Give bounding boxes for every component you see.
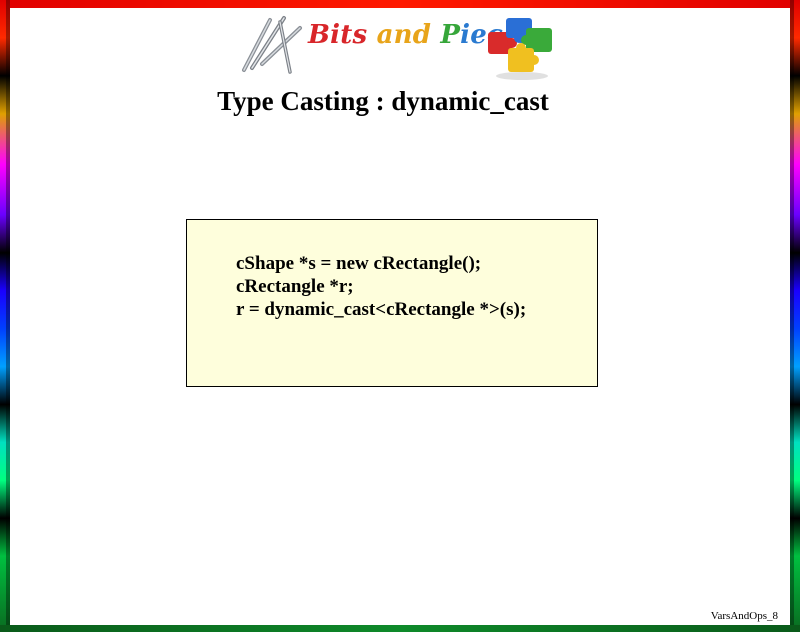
slide: Bits and Pieces Type Casting : dynamic_c… (0, 0, 800, 632)
code-line: cRectangle *r; (236, 276, 354, 297)
puzzle-pieces-icon (488, 18, 552, 80)
code-line: r = dynamic_cast<cRectangle *>(s); (236, 299, 527, 320)
frame-right-border (790, 0, 800, 632)
drill-bits-icon (242, 16, 302, 74)
code-block: cShape *s = new cRectangle(); cRectangle… (236, 252, 526, 321)
logo-word-and: and (376, 20, 432, 50)
slide-footer-label: VarsAndOps_8 (710, 610, 778, 622)
code-box: cShape *s = new cRectangle(); cRectangle… (186, 219, 598, 387)
logo-word-bits: Bits (308, 20, 368, 50)
frame-top-border (0, 0, 800, 8)
bits-and-pieces-logo: Bits and Pieces (236, 14, 566, 84)
frame-bottom-border (0, 625, 800, 632)
slide-title: Type Casting : dynamic_cast (217, 86, 549, 116)
code-line: cShape *s = new cRectangle(); (236, 253, 482, 274)
